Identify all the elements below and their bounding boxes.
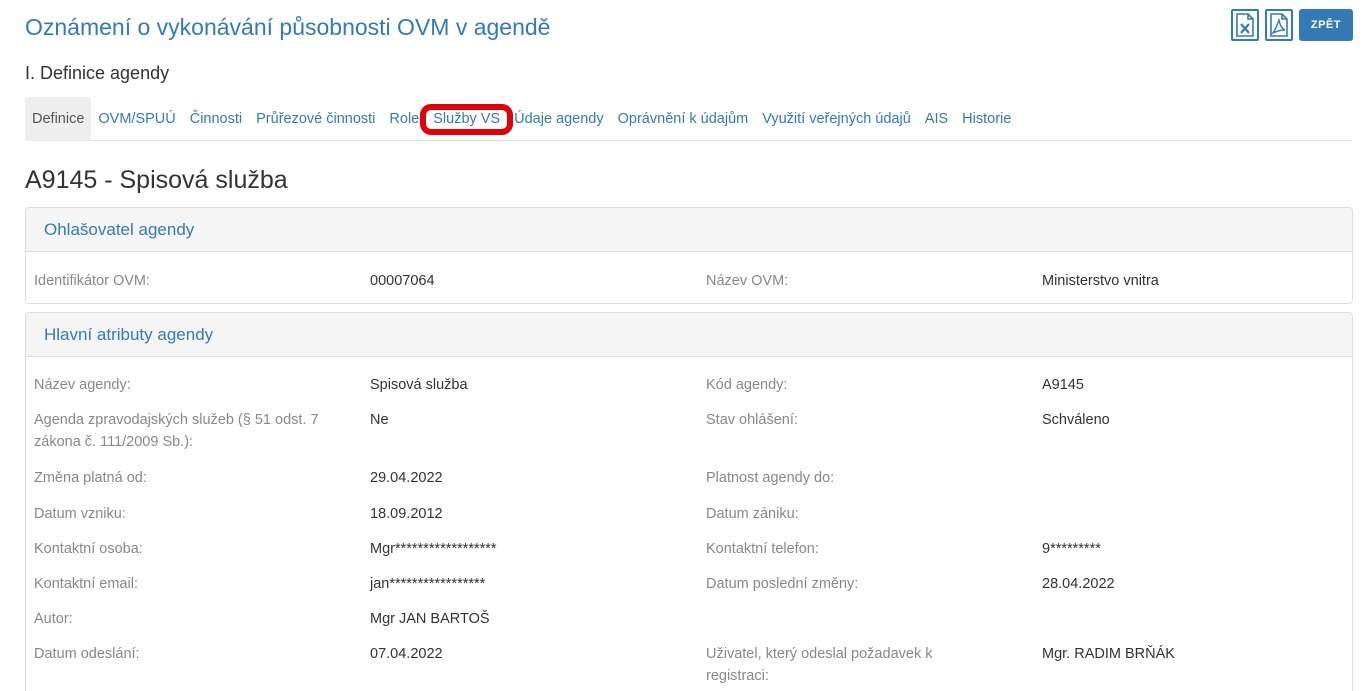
back-button[interactable]: ZPĚT — [1298, 9, 1353, 41]
field-value: Ne — [370, 412, 389, 428]
tab-ais[interactable]: AIS — [918, 97, 955, 141]
field-label: Stav ohlášení: — [706, 412, 798, 428]
field-label: Kontaktní osoba: — [34, 541, 143, 557]
tab-definice[interactable]: Definice — [25, 96, 92, 141]
field-label: Datum poslední změny: — [706, 576, 859, 592]
field-value: 28.04.2022 — [1042, 576, 1115, 592]
field-label: Datum odeslání: — [34, 646, 140, 662]
field-value: Spisová služba — [370, 377, 468, 393]
field-value: A9145 — [1042, 377, 1084, 393]
tab-vyuziti-verejnych-udaju[interactable]: Využití veřejných údajů — [755, 97, 918, 141]
tab-sluzby-vs[interactable]: Služby VS — [420, 97, 514, 141]
field-label: Identifikátor OVM: — [34, 273, 151, 289]
field-value: Mgr JAN BARTOŠ — [370, 611, 490, 627]
field-label: Autor: — [34, 611, 73, 627]
field-value: Mgr****************** — [370, 541, 497, 557]
excel-icon[interactable] — [1230, 9, 1259, 41]
field-value: Schváleno — [1042, 412, 1110, 428]
field-value: 9********* — [1042, 541, 1101, 557]
field-label: Název agendy: — [34, 377, 131, 393]
field-label: Uživatel, který odeslal požadavek k regi… — [706, 646, 933, 684]
field-label: Změna platná od: — [34, 470, 147, 486]
tab-historie[interactable]: Historie — [955, 97, 1018, 141]
field-value: 00007064 — [370, 273, 435, 289]
field-label: Kontaktní email: — [34, 576, 138, 592]
record-title: A9145 - Spisová služba — [25, 166, 288, 194]
tab-prurezove-cinnosti[interactable]: Průřezové činnosti — [249, 97, 382, 141]
field-label: Kontaktní telefon: — [706, 541, 819, 557]
main-attributes-panel: Hlavní atributy agendy Název agendy: Spi… — [25, 312, 1353, 691]
toolbar: ZPĚT — [1230, 9, 1353, 41]
field-label: Kód agendy: — [706, 377, 788, 393]
page-title: Oznámení o vykonávání působnosti OVM v a… — [25, 14, 551, 40]
section-heading: I. Definice agendy — [25, 63, 170, 83]
field-value: Mgr. RADIM BRŇÁK — [1042, 646, 1175, 662]
tab-ovm-spuu[interactable]: OVM/SPUÚ — [91, 97, 182, 141]
panel-heading: Hlavní atributy agendy — [26, 313, 1352, 357]
field-label: Platnost agendy do: — [706, 470, 835, 486]
tab-bar: Definice OVM/SPUÚ Činnosti Průřezové čin… — [25, 96, 1352, 141]
field-value: 18.09.2012 — [370, 506, 443, 522]
field-label: Agenda zpravodajských služeb (§ 51 odst.… — [34, 412, 319, 450]
tab-udaje-agendy[interactable]: Údaje agendy — [507, 97, 611, 141]
announcer-panel: Ohlašovatel agendy Identifikátor OVM: 00… — [25, 207, 1353, 304]
tab-opravneni-k-udajum[interactable]: Oprávnění k údajům — [611, 97, 756, 141]
panel-heading: Ohlašovatel agendy — [26, 208, 1352, 252]
field-value: 29.04.2022 — [370, 470, 443, 486]
pdf-icon[interactable] — [1264, 9, 1293, 41]
field-label: Datum zániku: — [706, 506, 799, 522]
field-value: 07.04.2022 — [370, 646, 443, 662]
tab-cinnosti[interactable]: Činnosti — [183, 97, 249, 141]
field-label: Datum vzniku: — [34, 506, 126, 522]
field-label: Název OVM: — [706, 273, 789, 289]
field-value: Ministerstvo vnitra — [1042, 273, 1159, 289]
field-value: jan***************** — [370, 576, 486, 592]
